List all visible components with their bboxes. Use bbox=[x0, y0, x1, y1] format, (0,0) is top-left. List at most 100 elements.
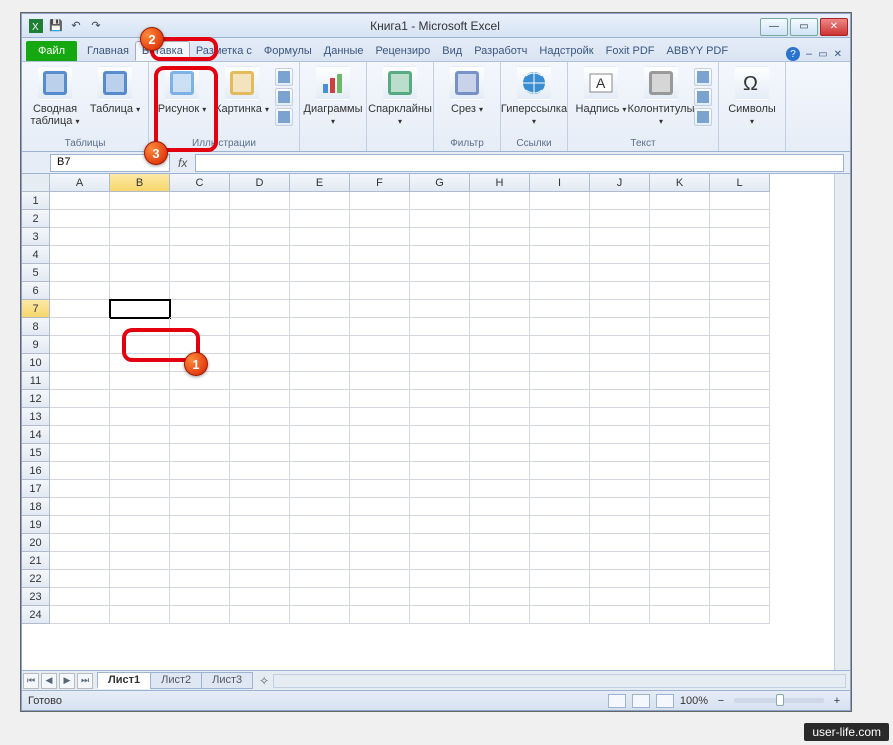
row-header[interactable]: 8 bbox=[22, 318, 50, 336]
cell[interactable] bbox=[470, 390, 530, 408]
cell[interactable] bbox=[530, 354, 590, 372]
cell[interactable] bbox=[590, 336, 650, 354]
cell[interactable] bbox=[710, 606, 770, 624]
cell[interactable] bbox=[290, 606, 350, 624]
cell[interactable] bbox=[590, 246, 650, 264]
cell[interactable] bbox=[530, 498, 590, 516]
cell[interactable] bbox=[470, 408, 530, 426]
ribbon-tab-8[interactable]: Надстройк bbox=[533, 41, 599, 61]
wordart-button[interactable] bbox=[694, 68, 712, 86]
cell[interactable] bbox=[470, 264, 530, 282]
cell[interactable] bbox=[290, 570, 350, 588]
cell[interactable] bbox=[710, 516, 770, 534]
cell[interactable] bbox=[50, 498, 110, 516]
cell[interactable] bbox=[350, 516, 410, 534]
cell[interactable] bbox=[350, 336, 410, 354]
cell[interactable] bbox=[170, 264, 230, 282]
cell[interactable] bbox=[230, 282, 290, 300]
cell[interactable] bbox=[590, 390, 650, 408]
cell[interactable] bbox=[710, 444, 770, 462]
row-header[interactable]: 23 bbox=[22, 588, 50, 606]
cell[interactable] bbox=[230, 390, 290, 408]
cell[interactable] bbox=[470, 480, 530, 498]
cell[interactable] bbox=[710, 480, 770, 498]
cell[interactable] bbox=[170, 336, 230, 354]
cell[interactable] bbox=[410, 426, 470, 444]
cell[interactable] bbox=[530, 390, 590, 408]
cell[interactable] bbox=[530, 570, 590, 588]
cell[interactable] bbox=[50, 300, 110, 318]
cell[interactable] bbox=[710, 354, 770, 372]
column-header[interactable]: C bbox=[170, 174, 230, 192]
cell[interactable] bbox=[350, 426, 410, 444]
cell[interactable] bbox=[530, 480, 590, 498]
ribbon-tab-3[interactable]: Формулы bbox=[258, 41, 318, 61]
cell[interactable] bbox=[650, 426, 710, 444]
row-header[interactable]: 2 bbox=[22, 210, 50, 228]
cell[interactable] bbox=[110, 246, 170, 264]
cell[interactable] bbox=[350, 246, 410, 264]
row-header[interactable]: 1 bbox=[22, 192, 50, 210]
cell[interactable] bbox=[170, 462, 230, 480]
cell[interactable] bbox=[650, 516, 710, 534]
cell[interactable] bbox=[470, 282, 530, 300]
cell[interactable] bbox=[530, 462, 590, 480]
row-header[interactable]: 19 bbox=[22, 516, 50, 534]
cell[interactable] bbox=[290, 246, 350, 264]
cell[interactable] bbox=[290, 210, 350, 228]
cell[interactable] bbox=[170, 300, 230, 318]
cell[interactable] bbox=[110, 282, 170, 300]
zoom-in-button[interactable]: + bbox=[830, 695, 844, 707]
cell[interactable] bbox=[650, 498, 710, 516]
view-layout-button[interactable] bbox=[632, 694, 650, 708]
cell[interactable] bbox=[590, 372, 650, 390]
cell[interactable] bbox=[50, 552, 110, 570]
cell[interactable] bbox=[290, 282, 350, 300]
cell[interactable] bbox=[230, 480, 290, 498]
cell[interactable] bbox=[410, 588, 470, 606]
cell[interactable] bbox=[710, 570, 770, 588]
cell[interactable] bbox=[410, 444, 470, 462]
cell[interactable] bbox=[710, 246, 770, 264]
column-header[interactable]: J bbox=[590, 174, 650, 192]
cell[interactable] bbox=[710, 336, 770, 354]
cell[interactable] bbox=[650, 462, 710, 480]
cell[interactable] bbox=[230, 210, 290, 228]
formula-bar[interactable] bbox=[195, 154, 844, 172]
cell[interactable] bbox=[530, 264, 590, 282]
cell[interactable] bbox=[350, 390, 410, 408]
cell[interactable] bbox=[230, 534, 290, 552]
cell[interactable] bbox=[650, 336, 710, 354]
ribbon-tab-0[interactable]: Главная bbox=[81, 41, 135, 61]
cell[interactable] bbox=[290, 462, 350, 480]
cell[interactable] bbox=[710, 210, 770, 228]
cell[interactable] bbox=[350, 534, 410, 552]
headerfooter-button[interactable]: Колонтитулы ▾ bbox=[634, 66, 688, 127]
cell[interactable] bbox=[110, 498, 170, 516]
cell[interactable] bbox=[590, 426, 650, 444]
cell[interactable] bbox=[530, 318, 590, 336]
cell[interactable] bbox=[530, 300, 590, 318]
cell[interactable] bbox=[530, 246, 590, 264]
row-header[interactable]: 21 bbox=[22, 552, 50, 570]
cell[interactable] bbox=[470, 354, 530, 372]
cell[interactable] bbox=[230, 462, 290, 480]
cell[interactable] bbox=[50, 210, 110, 228]
column-header[interactable]: B bbox=[110, 174, 170, 192]
cell[interactable] bbox=[470, 228, 530, 246]
sigline-button[interactable] bbox=[694, 88, 712, 106]
cell[interactable] bbox=[170, 282, 230, 300]
cell[interactable] bbox=[710, 300, 770, 318]
horizontal-scrollbar[interactable] bbox=[273, 674, 846, 688]
cell[interactable] bbox=[50, 516, 110, 534]
cell[interactable] bbox=[50, 390, 110, 408]
cell[interactable] bbox=[350, 318, 410, 336]
ribbon-tab-2[interactable]: Разметка с bbox=[190, 41, 258, 61]
undo-icon[interactable]: ↶ bbox=[68, 18, 84, 34]
cell[interactable] bbox=[110, 588, 170, 606]
cell[interactable] bbox=[170, 192, 230, 210]
cell[interactable] bbox=[410, 264, 470, 282]
cell[interactable] bbox=[470, 588, 530, 606]
cell[interactable] bbox=[110, 480, 170, 498]
cell[interactable] bbox=[590, 516, 650, 534]
